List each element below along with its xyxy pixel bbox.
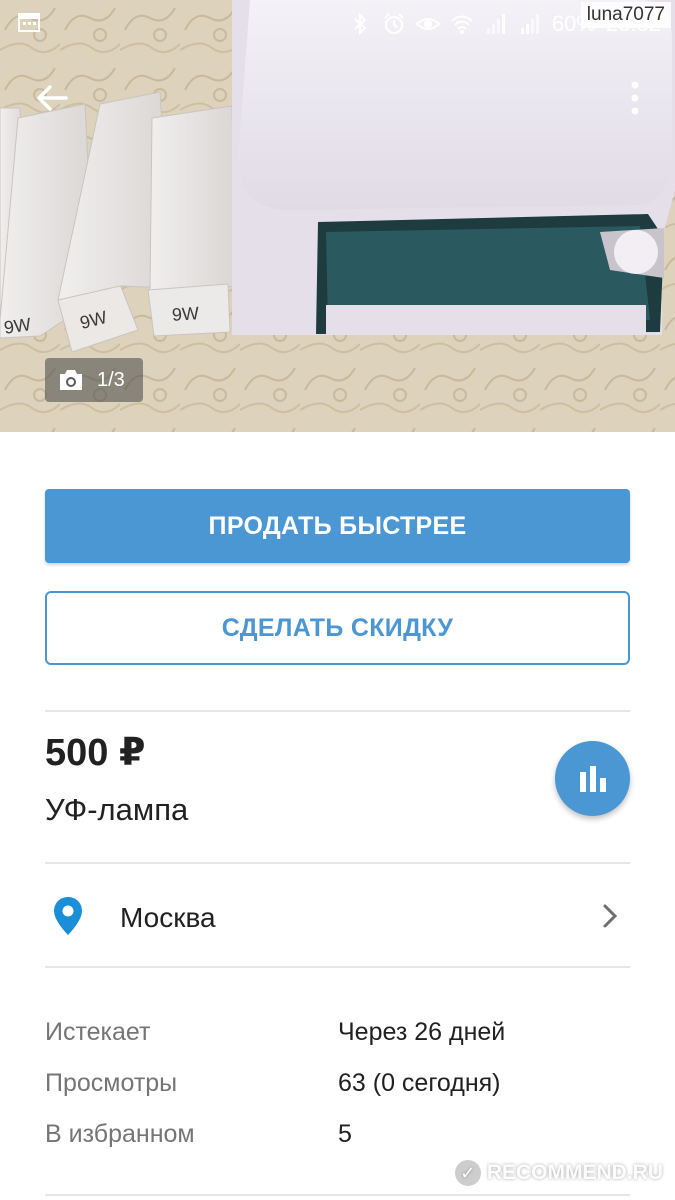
stats-row-views: Просмотры 63 (0 сегодня) xyxy=(45,1063,630,1114)
make-discount-button[interactable]: СДЕЛАТЬ СКИДКУ xyxy=(45,591,630,665)
back-arrow-icon[interactable] xyxy=(30,76,74,120)
divider xyxy=(45,710,630,712)
location-row[interactable]: Москва xyxy=(45,868,630,966)
alarm-icon xyxy=(384,13,404,34)
listing-photo[interactable]: 9W 9W 9W 60% luna7077 1/3 xyxy=(0,0,675,432)
stats-value: 5 xyxy=(338,1120,352,1148)
stats-row-expires: Истекает Через 26 дней xyxy=(45,1012,630,1063)
photo-counter-text: 1/3 xyxy=(97,368,125,391)
site-watermark-text: RECOMMEND.RU xyxy=(486,1161,663,1184)
more-vert-icon[interactable] xyxy=(623,76,647,120)
camera-icon xyxy=(60,370,82,390)
listing-stats: Истекает Через 26 дней Просмотры 63 (0 с… xyxy=(45,1012,630,1165)
stats-label: В избранном xyxy=(45,1120,195,1148)
bar-chart-icon xyxy=(579,765,606,792)
listing-title: УФ-лампа xyxy=(45,792,189,827)
chevron-right-icon xyxy=(603,904,618,928)
listing-price: 500 ₽ xyxy=(45,732,146,774)
signal-icon xyxy=(486,14,505,34)
stats-value: Через 26 дней xyxy=(338,1018,506,1046)
signal-icon xyxy=(520,14,539,34)
divider xyxy=(45,1194,630,1196)
lamp-box-label: 9W xyxy=(2,314,33,338)
recommend-logo-icon: ✓ xyxy=(454,1160,481,1186)
divider xyxy=(45,862,630,864)
stats-label: Истекает xyxy=(45,1018,151,1046)
site-watermark: ✓ RECOMMEND.RU xyxy=(454,1157,663,1189)
wifi-icon xyxy=(451,15,473,34)
location-city: Москва xyxy=(120,902,216,933)
statistics-button[interactable] xyxy=(555,741,630,816)
status-bar: 60% 23:32 xyxy=(0,0,675,46)
bluetooth-icon xyxy=(354,12,367,36)
user-watermark: luna7077 xyxy=(580,2,671,28)
calendar-icon xyxy=(18,13,40,32)
stats-label: Просмотры xyxy=(45,1069,178,1097)
location-pin-icon xyxy=(54,897,82,935)
divider xyxy=(45,966,630,968)
stats-value: 63 (0 сегодня) xyxy=(338,1069,501,1097)
sell-faster-button[interactable]: ПРОДАТЬ БЫСТРЕЕ xyxy=(45,489,630,563)
photo-counter: 1/3 xyxy=(45,358,143,402)
lamp-box-label: 9W xyxy=(171,303,200,325)
eye-icon xyxy=(415,18,440,30)
